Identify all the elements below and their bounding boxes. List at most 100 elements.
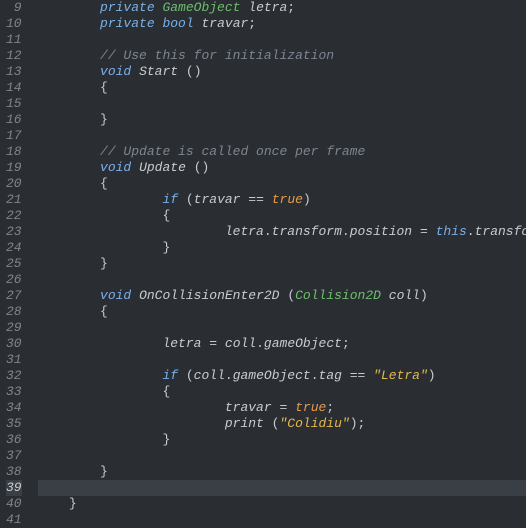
token-kw: void	[100, 288, 131, 303]
line-number: 13	[6, 64, 22, 80]
code-line[interactable]	[38, 272, 526, 288]
line-number: 26	[6, 272, 22, 288]
code-line[interactable]	[38, 32, 526, 48]
token-kw: void	[100, 160, 131, 175]
token-pun: )	[420, 288, 428, 303]
line-number: 10	[6, 16, 22, 32]
token-pun: }	[100, 256, 108, 271]
code-line[interactable]: }	[38, 256, 526, 272]
token-id: coll	[194, 368, 225, 383]
token-pun: ;	[342, 336, 350, 351]
token-val: true	[295, 400, 326, 415]
token-kw: void	[100, 64, 131, 79]
token-pun: (	[186, 192, 194, 207]
line-number: 18	[6, 144, 22, 160]
code-line[interactable]	[38, 128, 526, 144]
code-line[interactable]	[38, 480, 526, 496]
code-line[interactable]: if (coll.gameObject.tag == "Letra")	[38, 368, 526, 384]
code-line[interactable]: {	[38, 304, 526, 320]
code-line[interactable]: void Update ()	[38, 160, 526, 176]
code-area[interactable]: private GameObject letra; private bool t…	[32, 0, 526, 518]
line-number: 16	[6, 112, 22, 128]
token-id: travar	[194, 192, 241, 207]
token-kw: private	[100, 16, 155, 31]
token-pun: ==	[248, 192, 264, 207]
line-number: 22	[6, 208, 22, 224]
token-pun: }	[69, 496, 77, 511]
code-line[interactable]	[38, 512, 526, 528]
token-pun: .	[256, 336, 264, 351]
code-line[interactable]: private bool travar;	[38, 16, 526, 32]
code-line[interactable]: }	[38, 496, 526, 512]
token-pun: {	[162, 384, 170, 399]
token-kw2: this	[436, 224, 467, 239]
code-line[interactable]: {	[38, 176, 526, 192]
token-pun: );	[350, 416, 366, 431]
token-id: print	[225, 416, 264, 431]
token-pun: {	[100, 304, 108, 319]
line-number: 9	[6, 0, 22, 16]
code-line[interactable]: {	[38, 208, 526, 224]
code-line[interactable]: }	[38, 432, 526, 448]
code-line[interactable]: void Start ()	[38, 64, 526, 80]
code-line[interactable]: letra.transform.position = this.transfor…	[38, 224, 526, 240]
code-line[interactable]: void OnCollisionEnter2D (Collision2D col…	[38, 288, 526, 304]
code-line[interactable]: if (travar == true)	[38, 192, 526, 208]
line-number: 15	[6, 96, 22, 112]
code-line[interactable]: // Use this for initialization	[38, 48, 526, 64]
token-pun: {	[162, 208, 170, 223]
token-id: Update	[139, 160, 186, 175]
code-line[interactable]: print ("Colidiu");	[38, 416, 526, 432]
token-type: GameObject	[162, 0, 240, 15]
code-line[interactable]	[38, 320, 526, 336]
line-number: 30	[6, 336, 22, 352]
line-number: 41	[6, 512, 22, 528]
line-number: 34	[6, 400, 22, 416]
token-pun: }	[100, 112, 108, 127]
token-pun: )	[303, 192, 311, 207]
token-str: "Colidiu"	[279, 416, 349, 431]
code-line[interactable]	[38, 352, 526, 368]
token-pun: .	[264, 224, 272, 239]
line-number: 31	[6, 352, 22, 368]
token-id: travar	[225, 400, 272, 415]
token-kw: private	[100, 0, 155, 15]
code-line[interactable]	[38, 96, 526, 112]
token-pun: (	[287, 288, 295, 303]
code-line[interactable]: }	[38, 240, 526, 256]
token-id: transform	[475, 224, 526, 239]
token-pun: .	[225, 368, 233, 383]
token-id: coll	[225, 336, 256, 351]
token-type: Collision2D	[295, 288, 381, 303]
line-number: 20	[6, 176, 22, 192]
line-number: 11	[6, 32, 22, 48]
line-number: 36	[6, 432, 22, 448]
line-number: 40	[6, 496, 22, 512]
code-line[interactable]: {	[38, 80, 526, 96]
token-pun: {	[100, 176, 108, 191]
line-number: 17	[6, 128, 22, 144]
line-number: 14	[6, 80, 22, 96]
code-line[interactable]: travar = true;	[38, 400, 526, 416]
line-number: 35	[6, 416, 22, 432]
code-line[interactable]: }	[38, 112, 526, 128]
line-number: 19	[6, 160, 22, 176]
line-number: 37	[6, 448, 22, 464]
token-pun: .	[342, 224, 350, 239]
code-line[interactable]: // Update is called once per frame	[38, 144, 526, 160]
code-line[interactable]: {	[38, 384, 526, 400]
line-number: 39	[6, 480, 22, 496]
token-pun: .	[467, 224, 475, 239]
code-line[interactable]: }	[38, 464, 526, 480]
token-pun: (	[186, 368, 194, 383]
token-kw: if	[162, 192, 178, 207]
code-line[interactable]	[38, 448, 526, 464]
code-line[interactable]: letra = coll.gameObject;	[38, 336, 526, 352]
code-line[interactable]: private GameObject letra;	[38, 0, 526, 16]
line-number: 12	[6, 48, 22, 64]
token-pun: .	[311, 368, 319, 383]
token-pun: ()	[186, 64, 202, 79]
token-com: // Update is called once per frame	[100, 144, 365, 159]
line-number: 21	[6, 192, 22, 208]
code-editor[interactable]: 9101112131415161718192021222324252627282…	[0, 0, 526, 518]
